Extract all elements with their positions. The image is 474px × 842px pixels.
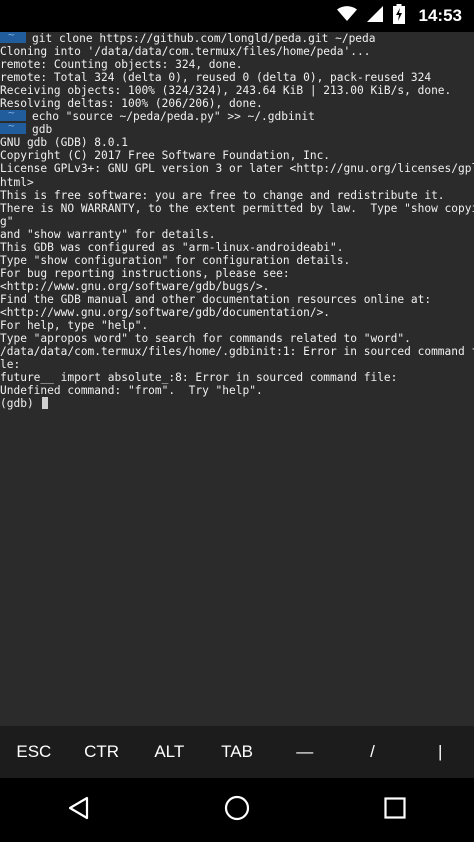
prompt-arrow-icon	[0, 123, 26, 135]
terminal-line: html>	[0, 176, 474, 189]
extra-keys-bar: ESC CTR ALT TAB — / |	[0, 726, 474, 778]
output-text: This is free software: you are free to c…	[0, 188, 445, 202]
output-text: For bug reporting instructions, please s…	[0, 266, 290, 280]
terminal-line: GNU gdb (GDB) 8.0.1	[0, 136, 474, 149]
terminal-line: License GPLv3+: GNU GPL version 3 or lat…	[0, 162, 474, 175]
terminal-line: Undefined command: "from". Try "help".	[0, 384, 474, 397]
output-text: Copyright (C) 2017 Free Software Foundat…	[0, 149, 331, 163]
output-text: <http://www.gnu.org/software/gdb/bugs/>.	[0, 279, 270, 293]
output-text: Find the GDB manual and other documentat…	[0, 292, 432, 306]
output-text: License GPLv3+: GNU GPL version 3 or lat…	[0, 162, 474, 176]
terminal-line: Resolving deltas: 100% (206/206), done.	[0, 97, 474, 110]
prompt-arrow-icon	[0, 32, 26, 43]
key-tab[interactable]: TAB	[203, 726, 271, 778]
output-text: remote: Counting objects: 324, done.	[0, 58, 243, 72]
status-bar: 14:53	[0, 0, 474, 32]
key-esc[interactable]: ESC	[0, 726, 68, 778]
terminal-line: future__ import absolute_:8: Error in so…	[0, 371, 474, 384]
terminal-line: echo "source ~/peda/peda.py" >> ~/.gdbin…	[0, 110, 474, 123]
command-text: gdb	[32, 123, 53, 137]
terminal-line: le:	[0, 358, 474, 371]
home-button[interactable]	[207, 778, 267, 842]
output-text: For help, type "help".	[0, 319, 149, 333]
key-alt[interactable]: ALT	[135, 726, 203, 778]
terminal-line: and "show warranty" for details.	[0, 228, 474, 241]
terminal-line: /data/data/com.termux/files/home/.gdbini…	[0, 345, 474, 358]
key-dash[interactable]: —	[271, 726, 339, 778]
output-text: html>	[0, 175, 34, 189]
signal-icon	[366, 6, 383, 26]
terminal-line: <http://www.gnu.org/software/gdb/bugs/>.	[0, 280, 474, 293]
key-ctrl[interactable]: CTR	[68, 726, 136, 778]
terminal-line: Find the GDB manual and other documentat…	[0, 293, 474, 306]
terminal-cursor	[42, 397, 49, 410]
back-button[interactable]	[49, 778, 109, 842]
output-text: GNU gdb (GDB) 8.0.1	[0, 136, 128, 150]
output-text: g"	[0, 214, 14, 228]
output-text: Type "apropos word" to search for comman…	[0, 332, 411, 346]
terminal-line: gdb	[0, 123, 474, 136]
output-text: Receiving objects: 100% (324/324), 243.6…	[0, 84, 452, 98]
terminal-line: g"	[0, 215, 474, 228]
wifi-icon	[336, 6, 357, 26]
status-icons: 14:53	[336, 0, 462, 32]
terminal-line: Receiving objects: 100% (324/324), 243.6…	[0, 84, 474, 97]
terminal-line: git clone https://github.com/longld/peda…	[0, 32, 474, 45]
terminal-output[interactable]: git clone https://github.com/longld/peda…	[0, 32, 474, 726]
output-text: This GDB was configured as "arm-linux-an…	[0, 240, 344, 254]
recents-square-icon	[384, 797, 406, 823]
output-text: and "show warranty" for details.	[0, 227, 216, 241]
output-text: Resolving deltas: 100% (206/206), done.	[0, 97, 263, 111]
key-pipe[interactable]: |	[406, 726, 474, 778]
output-text: Undefined command: "from". Try "help".	[0, 384, 263, 398]
command-text: git clone https://github.com/longld/peda…	[32, 32, 376, 45]
terminal-line: <http://www.gnu.org/software/gdb/documen…	[0, 306, 474, 319]
terminal-line: (gdb)	[0, 397, 474, 410]
output-text: There is NO WARRANTY, to the extent perm…	[0, 201, 474, 215]
output-text: Type "show configuration" for configurat…	[0, 253, 351, 267]
terminal-line: Cloning into '/data/data/com.termux/file…	[0, 45, 474, 58]
output-text: remote: Total 324 (delta 0), reused 0 (d…	[0, 71, 432, 85]
status-time: 14:53	[418, 6, 462, 25]
home-circle-icon	[224, 795, 250, 825]
terminal-line: Copyright (C) 2017 Free Software Foundat…	[0, 149, 474, 162]
terminal-line: remote: Total 324 (delta 0), reused 0 (d…	[0, 71, 474, 84]
output-text: (gdb)	[0, 397, 41, 411]
output-text: le:	[0, 358, 21, 372]
command-text: echo "source ~/peda/peda.py" >> ~/.gdbin…	[32, 110, 315, 124]
terminal-line: This GDB was configured as "arm-linux-an…	[0, 241, 474, 254]
recents-button[interactable]	[365, 778, 425, 842]
navigation-bar	[0, 778, 474, 842]
output-text: future__ import absolute_:8: Error in so…	[0, 371, 398, 385]
output-text: <http://www.gnu.org/software/gdb/documen…	[0, 305, 331, 319]
battery-charging-icon	[392, 4, 405, 28]
terminal-line: This is free software: you are free to c…	[0, 189, 474, 202]
output-text: Cloning into '/data/data/com.termux/file…	[0, 45, 371, 59]
output-text: /data/data/com.termux/files/home/.gdbini…	[0, 345, 474, 359]
prompt-arrow-icon	[0, 110, 26, 122]
terminal-line: Type "show configuration" for configurat…	[0, 254, 474, 267]
terminal-line: For bug reporting instructions, please s…	[0, 267, 474, 280]
back-triangle-icon	[67, 796, 91, 824]
terminal-line: remote: Counting objects: 324, done.	[0, 58, 474, 71]
terminal-line: For help, type "help".	[0, 319, 474, 332]
terminal-line: There is NO WARRANTY, to the extent perm…	[0, 202, 474, 215]
key-slash[interactable]: /	[339, 726, 407, 778]
terminal-line: Type "apropos word" to search for comman…	[0, 332, 474, 345]
